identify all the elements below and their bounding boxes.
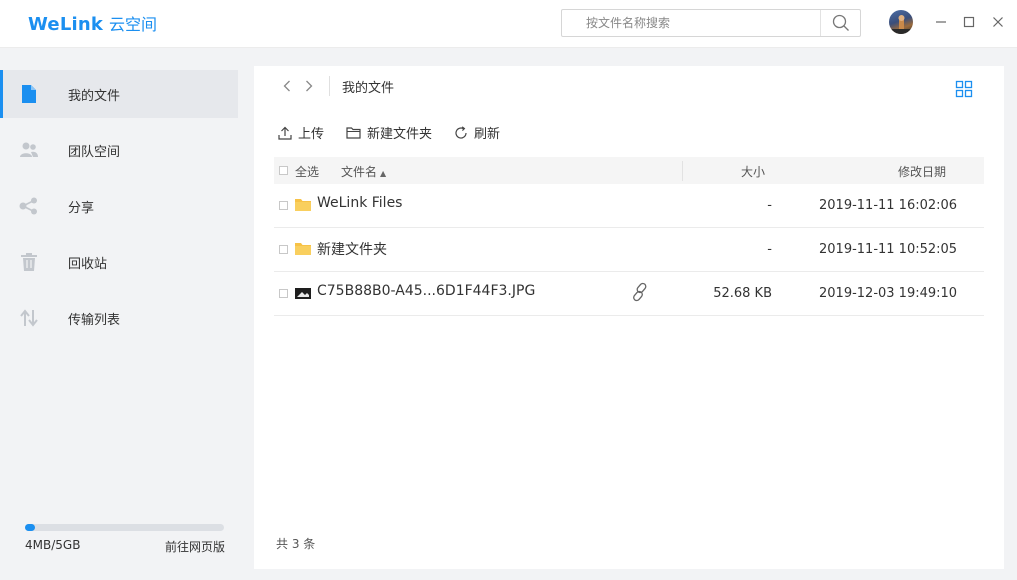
- row-checkbox[interactable]: [279, 201, 288, 210]
- history-navigation: [276, 78, 320, 94]
- grid-view-icon: [955, 80, 973, 98]
- sidebar-item-label: 分享: [68, 201, 95, 216]
- avatar-image: [889, 15, 913, 34]
- search-box: [561, 9, 861, 37]
- open-web-version-link[interactable]: 前往网页版: [165, 538, 225, 555]
- folder-icon: [295, 243, 311, 255]
- maximize-button[interactable]: [961, 14, 977, 30]
- sort-ascending-icon: ▲: [380, 169, 387, 178]
- sidebar-item-transfer-list[interactable]: 传输列表: [0, 294, 238, 342]
- back-button[interactable]: [276, 78, 298, 94]
- chevron-right-icon: [306, 80, 313, 92]
- column-divider: [682, 161, 683, 181]
- share-link-icon[interactable]: [630, 282, 650, 302]
- close-button[interactable]: [990, 14, 1006, 30]
- share-icon: [19, 196, 39, 216]
- select-all-label[interactable]: 全选: [295, 163, 319, 180]
- search-input[interactable]: [562, 10, 820, 36]
- sidebar: 我的文件 团队空间 分享 回收站 传输列表 4MB/5GB 前往网页版: [0, 48, 248, 580]
- storage-usage: 4MB/5GB 前往网页版: [25, 524, 225, 555]
- file-size: 52.68 KB: [713, 286, 772, 301]
- file-name[interactable]: C75B88B0-A45...6D1F44F3.JPG: [317, 283, 535, 299]
- upload-label: 上传: [298, 127, 325, 142]
- refresh-button[interactable]: 刷新: [454, 123, 500, 142]
- app-brand: WeLink: [28, 14, 104, 35]
- main-panel: 我的文件 上传 新建文件夹 刷新 全选 文件名 ▲ 大小 修改日期 WeLink…: [254, 66, 1004, 569]
- trash-icon: [19, 252, 39, 272]
- toolbar: 上传 新建文件夹 刷新: [278, 123, 522, 142]
- name-column-header[interactable]: 文件名 ▲: [341, 163, 386, 180]
- file-modified-date: 2019-11-11 16:02:06: [819, 198, 958, 213]
- table-row[interactable]: 新建文件夹 - 2019-11-11 10:52:05: [274, 228, 984, 272]
- storage-progress-bar: [25, 524, 224, 531]
- upload-icon: [278, 126, 292, 140]
- table-header: 全选 文件名 ▲ 大小 修改日期: [274, 157, 984, 184]
- name-column-label: 文件名: [341, 165, 378, 179]
- storage-progress-fill: [25, 524, 35, 531]
- file-name[interactable]: 新建文件夹: [317, 239, 387, 259]
- minimize-icon: [936, 21, 946, 23]
- new-folder-label: 新建文件夹: [367, 127, 433, 142]
- search-icon: [832, 14, 849, 31]
- chevron-left-icon: [283, 80, 290, 92]
- breadcrumb[interactable]: 我的文件: [342, 77, 394, 96]
- file-size: -: [767, 198, 772, 213]
- refresh-icon: [455, 125, 467, 139]
- maximize-icon: [963, 16, 975, 28]
- grid-view-button[interactable]: [955, 80, 973, 98]
- title-bar: WeLink 云空间: [0, 0, 1017, 48]
- breadcrumb-divider: [329, 76, 330, 96]
- size-column-header[interactable]: 大小: [741, 163, 765, 180]
- select-all-checkbox[interactable]: [279, 166, 288, 175]
- search-button[interactable]: [820, 10, 860, 36]
- image-file-icon: [295, 288, 311, 299]
- item-count: 共 3 条: [276, 537, 316, 551]
- sidebar-item-label: 回收站: [68, 257, 108, 272]
- file-modified-date: 2019-12-03 19:49:10: [819, 286, 958, 301]
- sidebar-item-label: 团队空间: [68, 145, 121, 160]
- upload-button[interactable]: 上传: [278, 123, 324, 142]
- new-folder-button[interactable]: 新建文件夹: [346, 123, 432, 142]
- team-icon: [19, 140, 39, 160]
- table-row[interactable]: C75B88B0-A45...6D1F44F3.JPG 52.68 KB 201…: [274, 272, 984, 316]
- refresh-label: 刷新: [474, 127, 501, 142]
- sidebar-item-share[interactable]: 分享: [0, 182, 238, 230]
- sidebar-item-label: 传输列表: [68, 313, 121, 328]
- table-row[interactable]: WeLink Files - 2019-11-11 16:02:06: [274, 184, 984, 228]
- sidebar-item-team-space[interactable]: 团队空间: [0, 126, 238, 174]
- folder-icon: [295, 199, 311, 211]
- document-icon: [19, 84, 39, 104]
- app-product-name: 云空间: [109, 15, 158, 34]
- row-checkbox[interactable]: [279, 245, 288, 254]
- row-checkbox[interactable]: [279, 289, 288, 298]
- app-logo: WeLink 云空间: [28, 11, 157, 35]
- sidebar-item-my-files[interactable]: 我的文件: [0, 70, 238, 118]
- sidebar-item-label: 我的文件: [68, 89, 121, 104]
- file-modified-date: 2019-11-11 10:52:05: [819, 242, 958, 257]
- close-icon: [993, 17, 1003, 27]
- transfer-icon: [19, 308, 39, 328]
- user-avatar[interactable]: [889, 10, 913, 34]
- file-size: -: [767, 242, 772, 257]
- new-folder-icon: [346, 127, 361, 139]
- file-name[interactable]: WeLink Files: [317, 195, 402, 211]
- forward-button[interactable]: [298, 78, 320, 94]
- storage-used-label: 4MB/5GB: [25, 538, 81, 552]
- minimize-button[interactable]: [933, 14, 949, 30]
- sidebar-item-recycle-bin[interactable]: 回收站: [0, 238, 238, 286]
- modified-column-header[interactable]: 修改日期: [898, 163, 946, 180]
